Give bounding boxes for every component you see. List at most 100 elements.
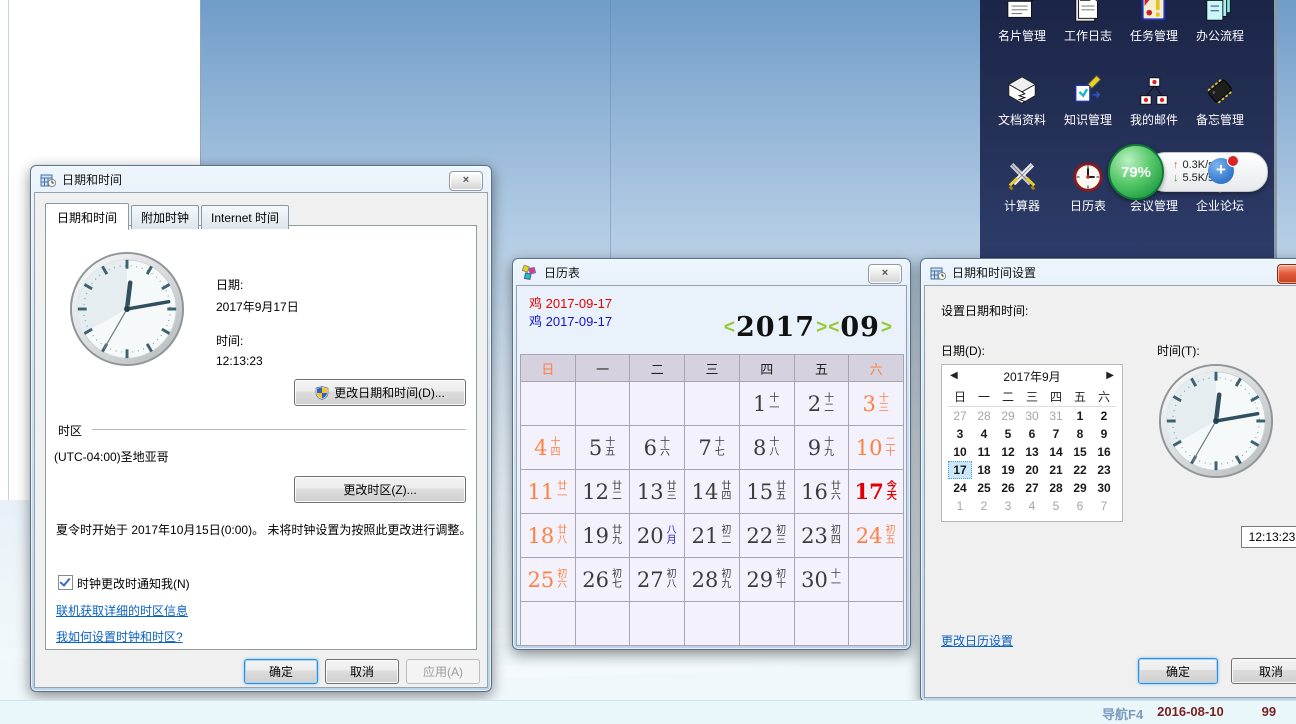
ok-button[interactable]: 确定 — [1138, 658, 1218, 684]
online-timezone-link[interactable]: 联机获取详细的时区信息 — [56, 602, 188, 619]
calendar-day-cell[interactable]: 6十六 — [630, 426, 685, 470]
mini-day[interactable]: 6 — [1020, 425, 1044, 443]
mini-day[interactable]: 27 — [948, 407, 972, 425]
dialog-titlebar[interactable]: 日期和时间设置 — [921, 259, 1296, 286]
mini-day[interactable]: 30 — [1092, 479, 1116, 497]
time-input[interactable]: 12:13:23 — [1241, 526, 1296, 548]
desktop-icon-documents[interactable]: 文档资料 — [990, 70, 1054, 128]
mini-day[interactable]: 10 — [948, 443, 972, 461]
calendar-day-cell[interactable]: 23初四 — [795, 514, 850, 558]
calendar-day-cell[interactable]: 28初九 — [685, 558, 740, 602]
desktop-icon-office-workflow[interactable]: 办公流程 — [1188, 0, 1252, 44]
mini-day[interactable]: 31 — [1044, 407, 1068, 425]
mini-day[interactable]: 22 — [1068, 461, 1092, 479]
calendar-day-cell[interactable]: 18廿八 — [521, 514, 576, 558]
calendar-day-cell[interactable]: 9十九 — [795, 426, 850, 470]
month-title[interactable]: 2017年9月 — [942, 365, 1122, 389]
mini-day[interactable]: 2 — [972, 497, 996, 515]
calendar-day-cell[interactable]: 24初五 — [849, 514, 904, 558]
network-widget[interactable]: ↑0.3K/s ↓5.5K/s — [1146, 152, 1268, 192]
calendar-day-cell[interactable]: 15廿五 — [740, 470, 795, 514]
mini-day[interactable]: 28 — [972, 407, 996, 425]
mini-day[interactable]: 20 — [1020, 461, 1044, 479]
tab-additional-clocks[interactable]: 附加时钟 — [131, 205, 199, 229]
month-next-arrow[interactable]: > — [881, 317, 892, 339]
calendar-day-cell[interactable]: 19廿九 — [576, 514, 631, 558]
calendar-day-cell[interactable]: 21初二 — [685, 514, 740, 558]
calendar-day-cell-today[interactable]: 17今天 — [849, 470, 904, 514]
mini-day[interactable]: 7 — [1092, 497, 1116, 515]
tab-date-time[interactable]: 日期和时间 — [45, 203, 129, 230]
calendar-day-cell[interactable]: 12廿二 — [576, 470, 631, 514]
calendar-day-cell[interactable]: 11廿一 — [521, 470, 576, 514]
calendar-day-cell[interactable]: 27初八 — [630, 558, 685, 602]
next-month-arrow[interactable]: ▶ — [1106, 370, 1114, 381]
mini-day[interactable]: 15 — [1068, 443, 1092, 461]
clock-help-link[interactable]: 我如何设置时钟和时区? — [56, 628, 183, 645]
apply-button[interactable]: 应用(A) — [406, 659, 480, 684]
calendar-day-cell[interactable]: 3十三 — [849, 382, 904, 426]
mini-day[interactable]: 5 — [996, 425, 1020, 443]
mini-day[interactable]: 1 — [948, 497, 972, 515]
mini-day[interactable]: 6 — [1068, 497, 1092, 515]
calendar-day-cell[interactable]: 2十二 — [795, 382, 850, 426]
mini-day[interactable]: 21 — [1044, 461, 1068, 479]
tab-internet-time[interactable]: Internet 时间 — [201, 205, 289, 229]
mini-day[interactable]: 19 — [996, 461, 1020, 479]
mini-day[interactable]: 5 — [1044, 497, 1068, 515]
calendar-day-cell[interactable]: 4十四 — [521, 426, 576, 470]
mini-day[interactable]: 30 — [1020, 407, 1044, 425]
desktop-icon-knowledge[interactable]: 知识管理 — [1056, 70, 1120, 128]
close-button[interactable]: × — [449, 171, 483, 191]
mini-day[interactable]: 29 — [1068, 479, 1092, 497]
calendar-day-cell[interactable]: 16廿六 — [795, 470, 850, 514]
mini-day[interactable]: 4 — [972, 425, 996, 443]
cancel-button[interactable]: 取消 — [325, 659, 399, 684]
desktop-icon-task-management[interactable]: 任务管理 — [1122, 0, 1186, 44]
calendar-day-cell[interactable]: 30十一 — [795, 558, 850, 602]
mini-day[interactable]: 12 — [996, 443, 1020, 461]
cancel-button[interactable]: 取消 — [1231, 658, 1296, 684]
change-timezone-button[interactable]: 更改时区(Z)... — [294, 476, 466, 503]
month-prev-arrow[interactable]: < — [828, 317, 839, 339]
calendar-day-cell[interactable]: 22初三 — [740, 514, 795, 558]
mini-day[interactable]: 29 — [996, 407, 1020, 425]
desktop-icon-business-cards[interactable]: 名片管理 — [990, 0, 1054, 44]
mini-day[interactable]: 23 — [1092, 461, 1116, 479]
ok-button[interactable]: 确定 — [244, 659, 318, 684]
desktop-icon-calculator[interactable]: 计算器 — [990, 156, 1054, 214]
calendar-day-cell[interactable]: 26初七 — [576, 558, 631, 602]
calendar-day-cell[interactable]: 7十七 — [685, 426, 740, 470]
prev-month-arrow[interactable]: ◀ — [950, 370, 958, 381]
notify-checkbox[interactable] — [58, 575, 73, 590]
calendar-day-cell[interactable]: 25初六 — [521, 558, 576, 602]
mini-day[interactable]: 2 — [1092, 407, 1116, 425]
change-calendar-settings-link[interactable]: 更改日历设置 — [941, 632, 1013, 649]
mini-day[interactable]: 14 — [1044, 443, 1068, 461]
mini-day[interactable]: 27 — [1020, 479, 1044, 497]
mini-day[interactable]: 11 — [972, 443, 996, 461]
desktop-icon-work-log[interactable]: 工作日志 — [1056, 0, 1120, 44]
calendar-day-cell[interactable]: 1十一 — [740, 382, 795, 426]
mini-day[interactable]: 25 — [972, 479, 996, 497]
mini-day[interactable]: 16 — [1092, 443, 1116, 461]
mini-day[interactable]: 4 — [1020, 497, 1044, 515]
mini-day[interactable]: 28 — [1044, 479, 1068, 497]
mini-day[interactable]: 13 — [1020, 443, 1044, 461]
mini-day[interactable]: 24 — [948, 479, 972, 497]
mini-day[interactable]: 3 — [948, 425, 972, 443]
mini-day[interactable]: 26 — [996, 479, 1020, 497]
desktop-icon-memo[interactable]: 备忘管理 — [1188, 70, 1252, 128]
mini-day[interactable]: 7 — [1044, 425, 1068, 443]
year-next-arrow[interactable]: > — [816, 317, 827, 339]
close-button[interactable]: × — [868, 264, 902, 284]
window-titlebar[interactable]: 日历表 — [513, 259, 910, 286]
calendar-day-cell[interactable]: 8十八 — [740, 426, 795, 470]
mini-day[interactable]: 3 — [996, 497, 1020, 515]
calendar-day-cell[interactable]: 20八月 — [630, 514, 685, 558]
memory-percent-ball[interactable]: 79% — [1108, 144, 1164, 200]
mini-day[interactable]: 9 — [1092, 425, 1116, 443]
calendar-day-cell[interactable]: 29初十 — [740, 558, 795, 602]
change-datetime-button[interactable]: 更改日期和时间(D)... — [294, 379, 466, 406]
close-button[interactable]: × — [1277, 264, 1296, 284]
